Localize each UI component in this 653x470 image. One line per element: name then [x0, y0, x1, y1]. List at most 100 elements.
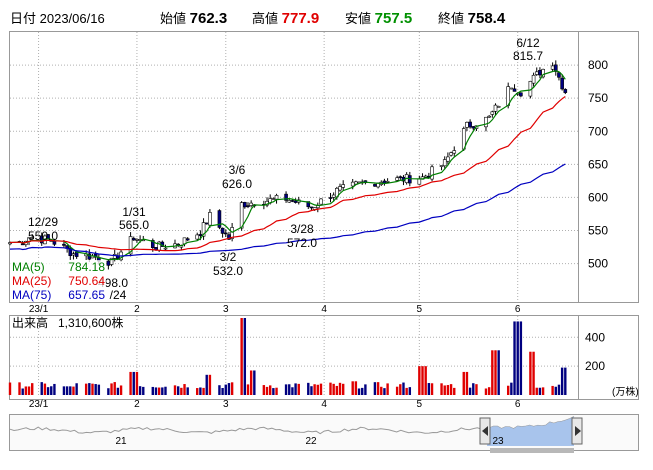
volume-bar: [376, 382, 380, 395]
volume-bar: [208, 374, 212, 395]
price-annotation-date: 6/12: [516, 36, 540, 50]
volume-bar: [62, 386, 66, 395]
candle-body: [328, 197, 333, 199]
volume-bar: [341, 383, 345, 395]
volume-bar: [541, 387, 545, 395]
volume-bar: [218, 385, 221, 395]
candle-body: [484, 116, 488, 128]
volume-bar: [161, 387, 164, 395]
volume-bar: [116, 387, 120, 395]
price-annotation-date: 3/2: [220, 250, 237, 264]
volume-bar: [69, 386, 72, 395]
candle-body: [531, 74, 536, 84]
month-tick-label: 2: [134, 304, 140, 315]
price-annotation-value: 572.0: [287, 236, 317, 250]
volume-bar: [421, 366, 424, 395]
volume-bar: [253, 370, 256, 395]
volume-bar: [18, 382, 21, 395]
volume-bar: [151, 386, 154, 395]
volume-bar: [472, 383, 475, 395]
candle-body: [519, 92, 523, 97]
candle-body: [512, 88, 517, 92]
price-annotation-value: 626.0: [222, 177, 252, 191]
volume-bar: [560, 367, 564, 395]
ma25-line: [9, 96, 566, 252]
volume-bar: [319, 383, 323, 395]
volume-bar: [196, 388, 199, 395]
volume-bar: [399, 384, 402, 395]
volume-bar: [395, 386, 399, 395]
candle-body: [195, 234, 200, 240]
volume-bar: [284, 384, 288, 395]
month-tick-label: 23/1: [29, 304, 49, 315]
candle-body: [319, 198, 323, 205]
candle-body: [20, 243, 25, 246]
volume-bar: [310, 386, 313, 395]
volume-month-tick-label: 6: [515, 399, 521, 410]
volume-bar: [94, 384, 97, 395]
price-annotation-value: 565.0: [119, 218, 149, 232]
navigator-scrollbar[interactable]: [490, 448, 574, 453]
volume-bar: [269, 385, 272, 395]
volume-bar: [297, 383, 300, 395]
volume-bar: [440, 383, 443, 395]
candle-body: [471, 126, 476, 129]
volume-bar: [135, 371, 139, 395]
volume-bar: [142, 386, 145, 395]
legend-series-name: MA(25): [12, 274, 51, 288]
volume-bar: [465, 371, 469, 395]
volume-bar: [380, 386, 383, 395]
volume-month-tick-label: 4: [321, 399, 327, 410]
volume-bar: [332, 383, 335, 395]
ma5-line: [9, 70, 566, 261]
candle-body: [423, 175, 428, 178]
volume-bar: [43, 383, 47, 395]
volume-bar: [338, 382, 342, 395]
candle-body: [550, 65, 555, 70]
volume-unit: (万株): [612, 385, 639, 398]
volume-bar: [538, 387, 542, 395]
candle-body: [274, 195, 279, 200]
volume-bar: [551, 385, 554, 395]
volume-bar: [53, 383, 56, 395]
candle-body: [490, 111, 495, 115]
candle-body: [487, 115, 491, 118]
candle-body: [198, 234, 203, 237]
candle-body: [452, 150, 457, 154]
volume-bar: [484, 388, 488, 395]
volume-bar: [176, 386, 180, 395]
volume-bar: [316, 384, 319, 395]
volume-bar: [91, 383, 94, 395]
volume-bar: [424, 366, 427, 395]
volume-bar: [84, 383, 88, 395]
volume-bar: [449, 384, 453, 395]
volume-bar: [113, 382, 116, 395]
volume-bar: [272, 388, 275, 395]
volume-bar: [430, 383, 434, 395]
volume-bar: [288, 384, 291, 395]
volume-bar: [88, 383, 91, 395]
volume-bar: [513, 321, 516, 395]
candle-body: [271, 198, 276, 200]
volume-bar: [497, 350, 500, 395]
volume-bar: [462, 371, 465, 395]
legend-series-name: MA(5): [12, 260, 45, 274]
candle-body: [131, 238, 136, 241]
price-annotation-value: 532.0: [213, 264, 243, 278]
volume-bar: [230, 382, 234, 395]
candle-body: [430, 166, 434, 180]
volume-bar: [186, 387, 189, 395]
candle-body: [223, 232, 228, 235]
volume-bar: [97, 384, 101, 395]
price-annotation-date: 3/6: [229, 163, 246, 177]
candle-body: [309, 206, 314, 209]
candle-body: [493, 104, 498, 112]
price-tick-label: 650: [588, 157, 608, 171]
volume-bar: [516, 321, 519, 395]
price-tick-label: 700: [588, 124, 608, 138]
navigator-year-label: 23: [492, 436, 504, 447]
candle-body: [496, 106, 501, 108]
volume-bar: [227, 383, 231, 395]
volume-bar: [199, 387, 202, 395]
volume-bar: [313, 384, 316, 395]
